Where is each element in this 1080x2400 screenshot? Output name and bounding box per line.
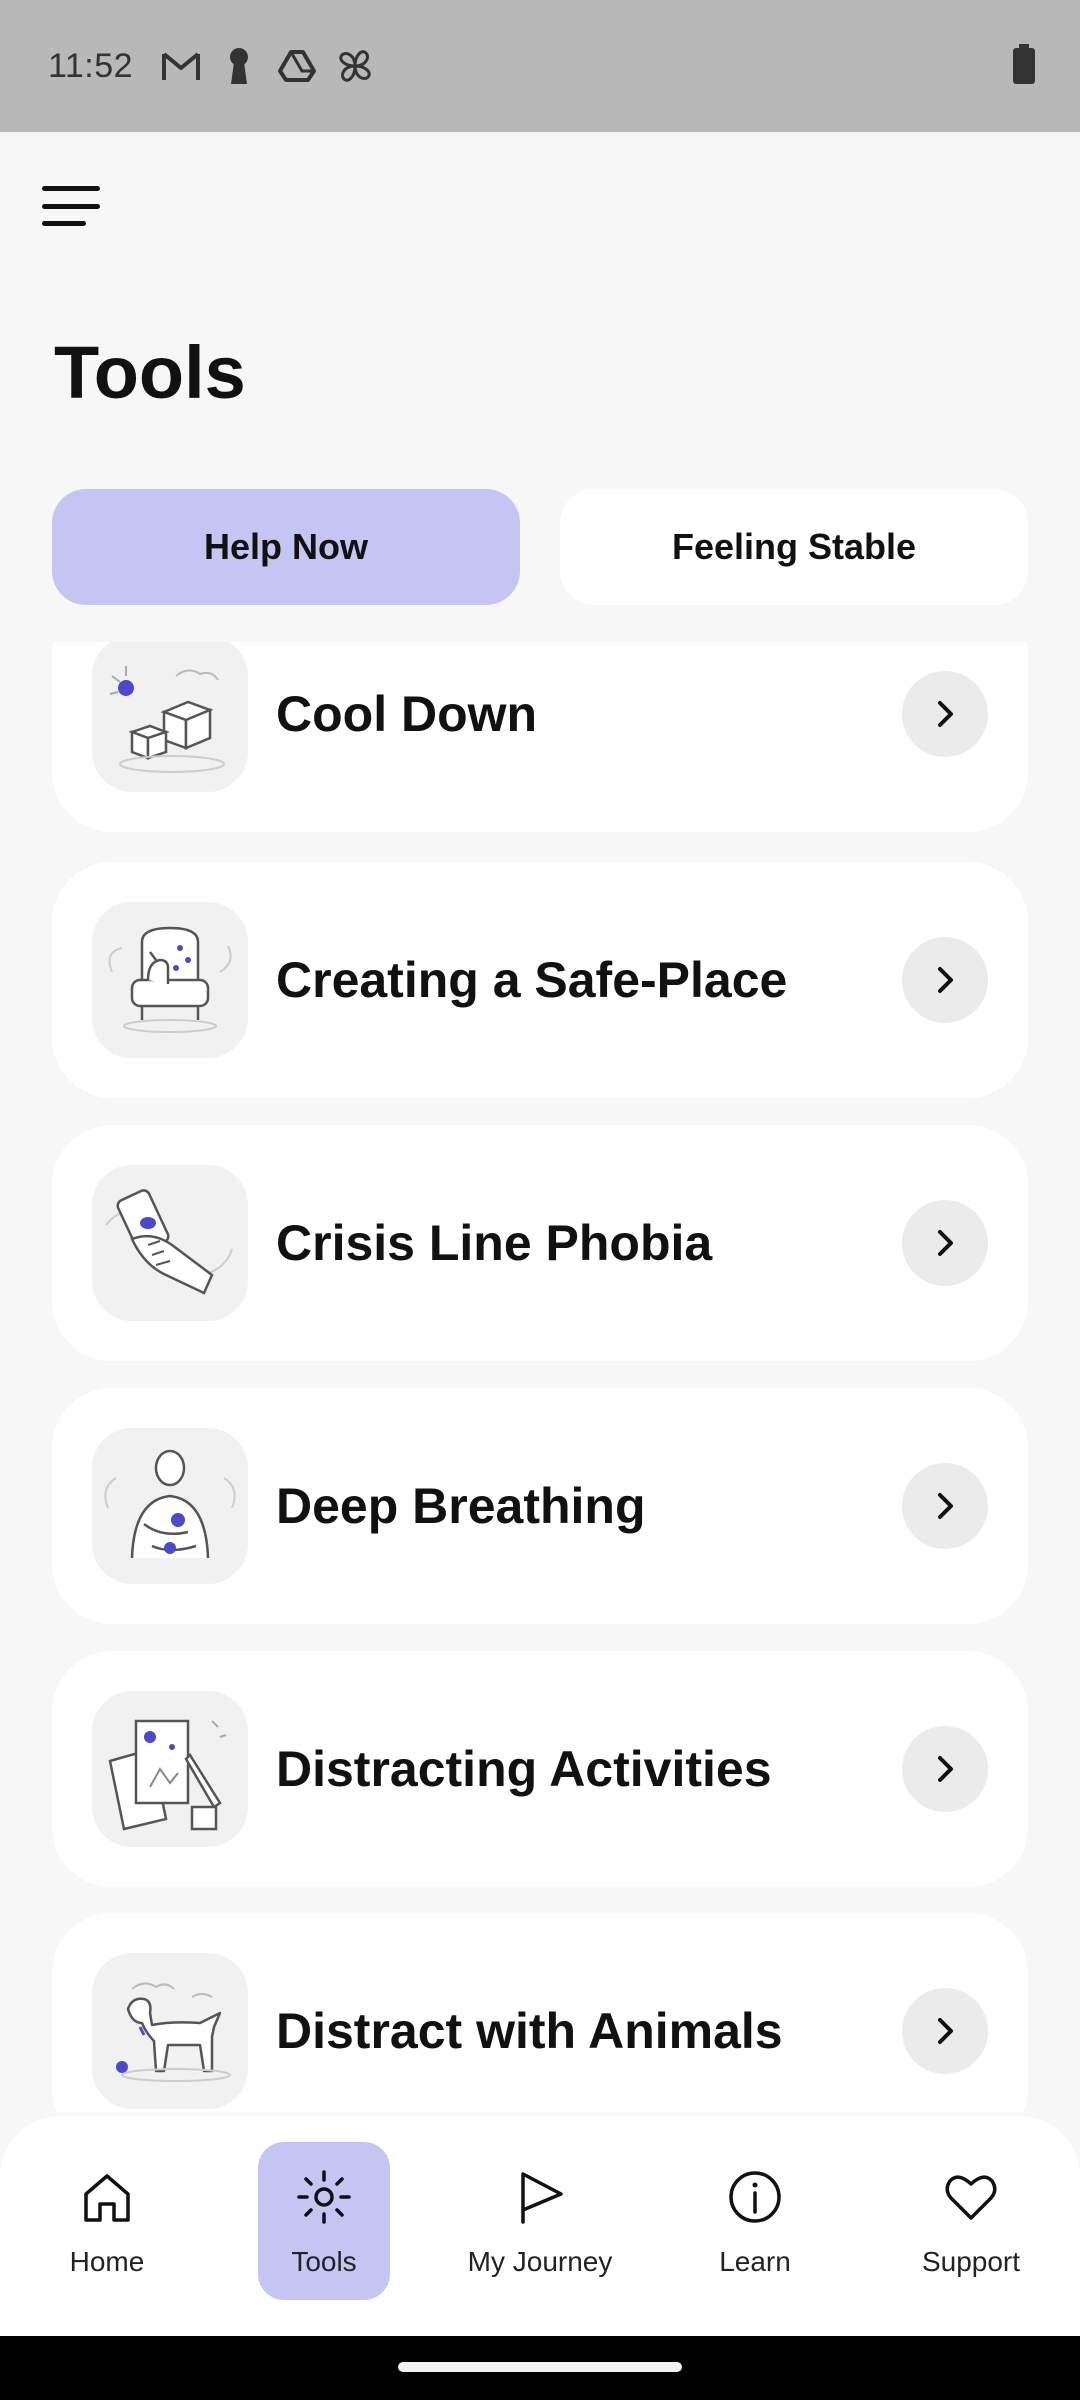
sun-icon bbox=[297, 2170, 351, 2224]
status-bar: 11:52 bbox=[0, 0, 1080, 132]
armchair-dog-illustration bbox=[92, 902, 248, 1058]
status-time: 11:52 bbox=[48, 46, 134, 85]
nav-item-my-journey[interactable]: My Journey bbox=[468, 2142, 612, 2300]
tab-help-now[interactable]: Help Now bbox=[52, 489, 520, 605]
chevron-right-icon[interactable] bbox=[902, 1200, 988, 1286]
home-icon bbox=[84, 2174, 130, 2222]
chevron-right-icon[interactable] bbox=[902, 1988, 988, 2074]
gesture-bar bbox=[0, 2336, 1080, 2400]
hand-holding-phone-illustration bbox=[92, 1165, 248, 1321]
tool-card-deep-breathing[interactable]: Deep Breathing bbox=[52, 1388, 1028, 1624]
tool-card-cool-down[interactable]: Cool Down bbox=[52, 642, 1028, 832]
chevron-right-icon[interactable] bbox=[902, 937, 988, 1023]
tool-card-distract-with-animals[interactable]: Distract with Animals bbox=[52, 1913, 1028, 2112]
pinwheel-icon bbox=[333, 44, 377, 88]
tool-card-title: Deep Breathing bbox=[276, 1478, 646, 1534]
chevron-right-icon[interactable] bbox=[902, 1463, 988, 1549]
hamburger-menu-icon[interactable] bbox=[42, 180, 102, 232]
nav-item-tools[interactable]: Tools bbox=[258, 2142, 390, 2300]
nav-label: Home bbox=[69, 2246, 145, 2277]
tool-card-title: Creating a Safe-Place bbox=[276, 952, 788, 1008]
tool-card-crisis-line-phobia[interactable]: Crisis Line Phobia bbox=[52, 1125, 1028, 1361]
tool-card-title: Crisis Line Phobia bbox=[276, 1215, 713, 1271]
heart-icon bbox=[945, 2175, 997, 2220]
chevron-right-icon[interactable] bbox=[902, 671, 988, 757]
bottom-nav: Home Tools My Journey Learn Support bbox=[0, 2116, 1080, 2336]
battery-icon bbox=[1012, 44, 1036, 84]
tool-card-creating-a-safe-place[interactable]: Creating a Safe-Place bbox=[52, 862, 1028, 1098]
flag-icon bbox=[521, 2172, 563, 2224]
nav-label: My Journey bbox=[467, 2246, 613, 2277]
page-title: Tools bbox=[54, 331, 246, 414]
tool-card-title: Distracting Activities bbox=[276, 1741, 772, 1797]
drive-icon bbox=[275, 44, 319, 88]
segmented-tabs: Help Now Feeling Stable bbox=[52, 489, 1028, 605]
chevron-right-icon[interactable] bbox=[902, 1726, 988, 1812]
nav-item-support[interactable]: Support bbox=[905, 2142, 1037, 2300]
tool-card-distracting-activities[interactable]: Distracting Activities bbox=[52, 1651, 1028, 1887]
tab-feeling-stable[interactable]: Feeling Stable bbox=[560, 489, 1028, 605]
gmail-icon bbox=[159, 44, 203, 88]
keyhole-icon bbox=[217, 44, 261, 88]
nav-label: Learn bbox=[719, 2246, 791, 2277]
nav-item-learn[interactable]: Learn bbox=[689, 2142, 821, 2300]
info-icon bbox=[729, 2171, 781, 2223]
person-breathing-illustration bbox=[92, 1428, 248, 1584]
ice-cubes-illustration bbox=[92, 642, 248, 792]
tool-card-title: Cool Down bbox=[276, 686, 538, 742]
tool-card-title: Distract with Animals bbox=[276, 2003, 783, 2059]
nav-item-home[interactable]: Home bbox=[41, 2142, 173, 2300]
nav-label: Tools bbox=[291, 2246, 357, 2277]
dog-illustration bbox=[92, 1953, 248, 2109]
paper-pencil-illustration bbox=[92, 1691, 248, 1847]
home-gesture-handle[interactable] bbox=[398, 2362, 682, 2372]
nav-label: Support bbox=[921, 2246, 1021, 2277]
tools-list[interactable]: Cool Down Creating a Safe-Place Crisis L… bbox=[0, 642, 1080, 2112]
